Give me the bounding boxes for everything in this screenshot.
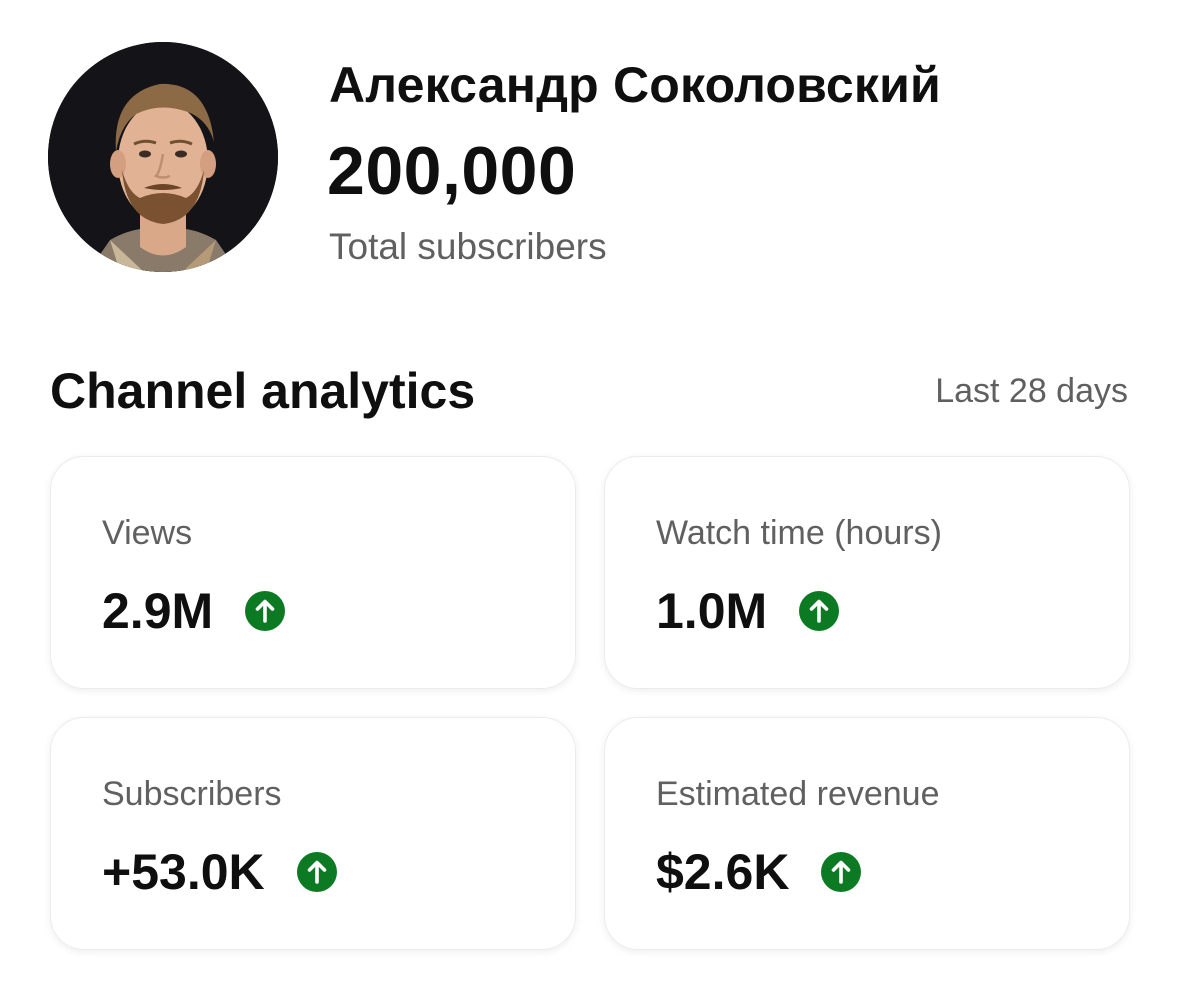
analytics-header: Channel analytics Last 28 days <box>50 358 1128 428</box>
card-label: Estimated revenue <box>656 775 940 813</box>
card-label: Watch time (hours) <box>656 514 942 552</box>
card-value: 1.0M <box>656 583 768 639</box>
arrow-up-circle-icon <box>296 852 337 892</box>
subscriber-count-label: Total subscribers <box>329 226 607 267</box>
card-value: $2.6K <box>656 844 790 900</box>
channel-name: Александр Соколовский <box>329 57 941 113</box>
card-label: Views <box>102 514 193 552</box>
revenue-card[interactable]: Estimated revenue $2.6K <box>604 717 1130 950</box>
arrow-up-circle-icon <box>245 591 286 631</box>
arrow-up-circle-icon <box>821 852 862 892</box>
avatar-photo <box>48 42 278 272</box>
profile-header: Александр Соколовский 200,000 Total subs… <box>48 42 1148 282</box>
watch-time-card[interactable]: Watch time (hours) 1.0M <box>604 456 1130 689</box>
section-title: Channel analytics <box>50 363 476 419</box>
views-card[interactable]: Views 2.9M <box>50 456 576 689</box>
period-label: Last 28 days <box>935 372 1128 410</box>
subscriber-count: 200,000 <box>327 133 577 209</box>
card-value: 2.9M <box>102 583 214 639</box>
card-label: Subscribers <box>102 775 282 813</box>
card-value: +53.0K <box>102 844 265 900</box>
avatar[interactable] <box>48 42 278 272</box>
subscribers-card[interactable]: Subscribers +53.0K <box>50 717 576 950</box>
arrow-up-circle-icon <box>799 591 840 631</box>
analytics-cards: Views 2.9M Watch time (hours) 1.0M Subsc… <box>50 456 1130 950</box>
